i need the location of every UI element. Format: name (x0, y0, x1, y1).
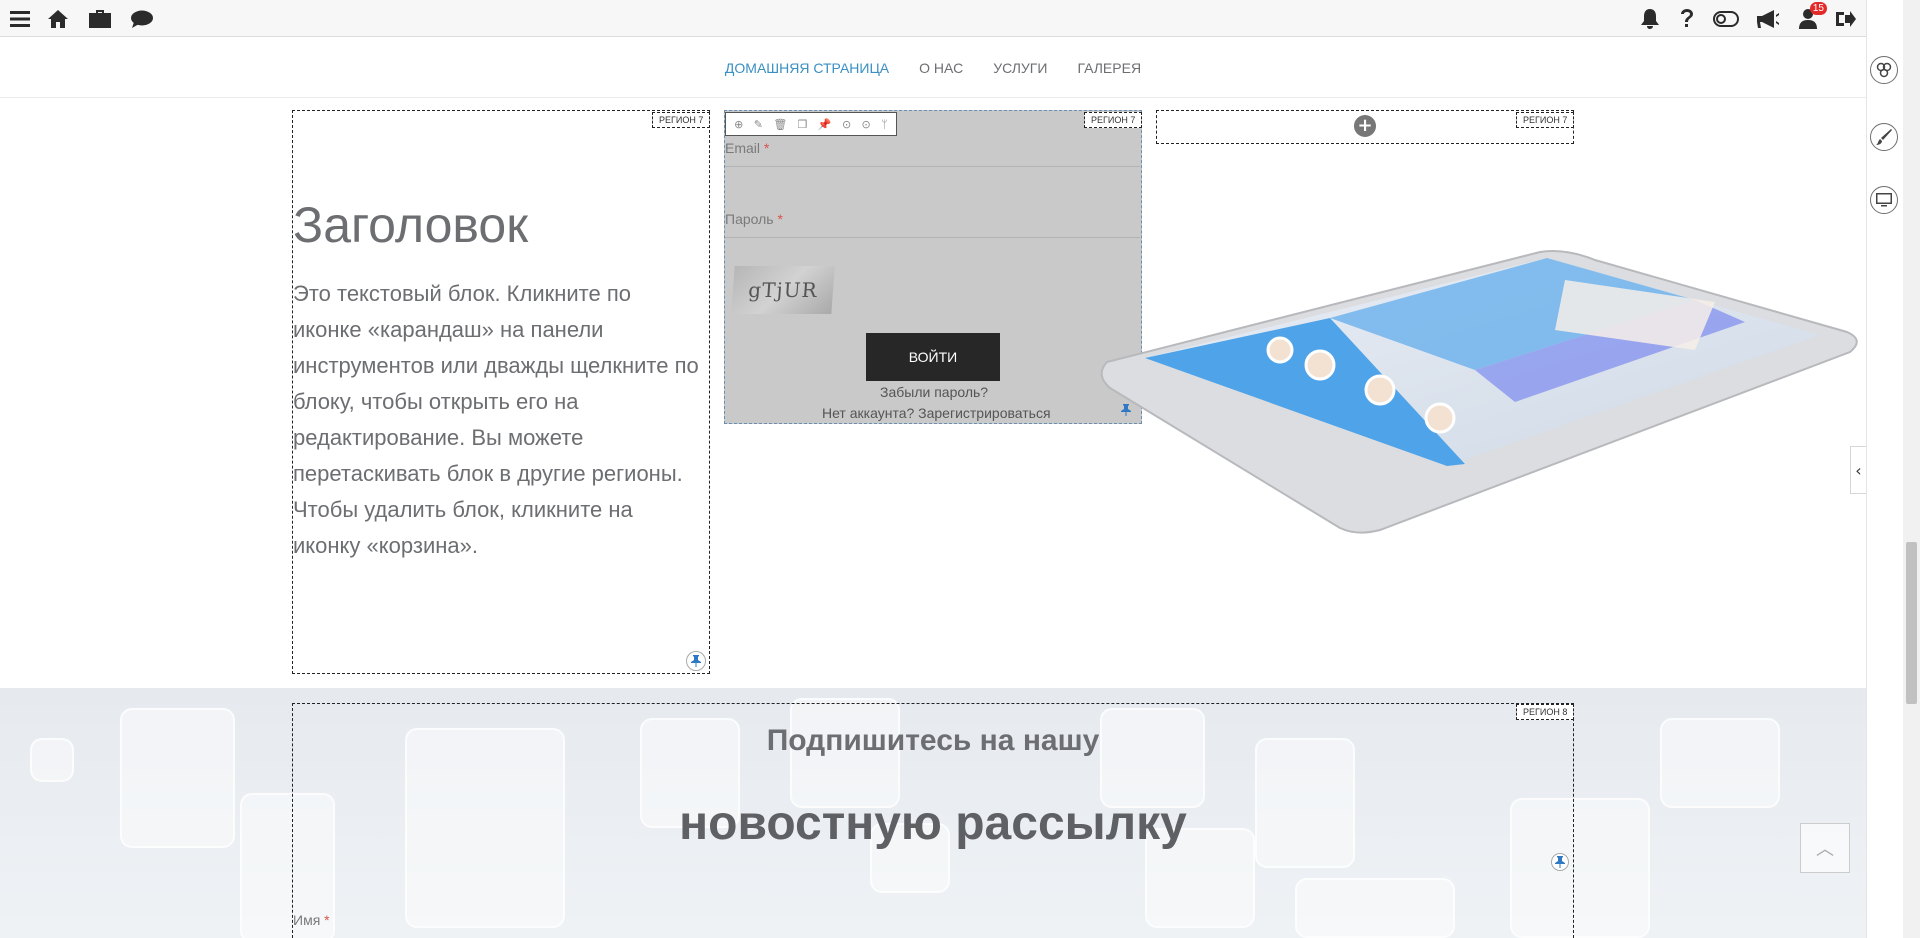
palette-icon (1876, 62, 1892, 78)
add-icon[interactable]: ⊕ (734, 118, 743, 131)
pin-icon (691, 655, 701, 667)
top-toolbar: 15 (0, 0, 1866, 37)
chevron-up-icon: ︿ (1816, 839, 1834, 860)
home-icon[interactable] (45, 6, 71, 32)
region-label: РЕГИОН 7 (1516, 112, 1575, 128)
region-label: РЕГИОН 7 (652, 112, 711, 128)
name-label: Имя * (293, 912, 330, 928)
pencil-icon[interactable]: ✎ (754, 118, 763, 131)
password-field[interactable] (725, 237, 1140, 238)
pin-icon[interactable]: 📌 (818, 118, 832, 131)
chat-icon[interactable] (129, 6, 155, 32)
fork-icon[interactable]: ᛘ (881, 118, 888, 131)
password-label: Пароль * (725, 211, 783, 227)
scroll-to-top-button[interactable]: ︿ (1800, 823, 1850, 873)
newsletter-title: Подпишитесь на нашу (766, 724, 1100, 757)
copy-icon[interactable]: ❐ (798, 118, 808, 131)
main-navigation: ДОМАШНЯЯ СТРАНИЦА О НАС УСЛУГИ ГАЛЕРЕЯ (0, 38, 1866, 98)
forgot-password-link[interactable]: Забыли пароль? (880, 384, 988, 400)
region-label: РЕГИОН 8 (1516, 704, 1575, 720)
pin-button[interactable] (686, 651, 706, 671)
nav-item-gallery[interactable]: ГАЛЕРЕЯ (1077, 60, 1141, 76)
email-label: Email * (725, 140, 770, 156)
login-button[interactable]: ВОЙТИ (866, 333, 1000, 381)
newsletter-subtitle: новостную рассылку (679, 797, 1187, 850)
megaphone-icon[interactable] (1755, 6, 1781, 32)
monitor-button[interactable] (1870, 186, 1898, 214)
help-icon[interactable] (1674, 6, 1700, 32)
pin-icon (1555, 856, 1565, 868)
user-icon[interactable]: 15 (1795, 2, 1827, 32)
menu-icon[interactable] (7, 6, 33, 32)
scrollbar-thumb[interactable] (1906, 542, 1917, 704)
text-block-body: Это текстовый блок. Кликните по иконке «… (293, 281, 699, 558)
nav-item-home[interactable]: ДОМАШНЯЯ СТРАНИЦА (725, 60, 889, 76)
logout-icon[interactable] (1833, 6, 1859, 32)
scrollbar-track[interactable] (1903, 0, 1920, 938)
nav-item-services[interactable]: УСЛУГИ (993, 60, 1047, 76)
region-label: РЕГИОН 7 (1084, 112, 1143, 128)
nav-item-about[interactable]: О НАС (919, 60, 963, 76)
brush-icon (1876, 129, 1892, 145)
add-block-icon[interactable]: + (1354, 115, 1376, 137)
captcha-image: gTjUR (731, 266, 835, 314)
notification-badge: 15 (1809, 2, 1827, 15)
monitor-icon (1876, 193, 1892, 207)
brush-button[interactable] (1870, 123, 1898, 151)
toggle-icon[interactable] (1713, 6, 1739, 32)
move-down-icon[interactable]: ⊙ (862, 118, 871, 131)
pin-button[interactable] (1551, 853, 1569, 871)
move-up-icon[interactable]: ⊙ (842, 118, 851, 131)
text-block-heading: Заголовок (293, 197, 529, 253)
tablet-image (1100, 250, 1858, 534)
register-link[interactable]: Нет аккаунта? Зарегистрироваться (822, 405, 1051, 421)
block-toolbar: ⊕ ✎ 🗑 ❐ 📌 ⊙ ⊙ ᛘ (725, 112, 897, 136)
bell-icon[interactable] (1637, 6, 1663, 32)
briefcase-icon[interactable] (87, 6, 113, 32)
email-field[interactable] (725, 166, 1140, 167)
trash-icon[interactable]: 🗑 (773, 118, 787, 131)
palette-button[interactable] (1870, 56, 1898, 84)
